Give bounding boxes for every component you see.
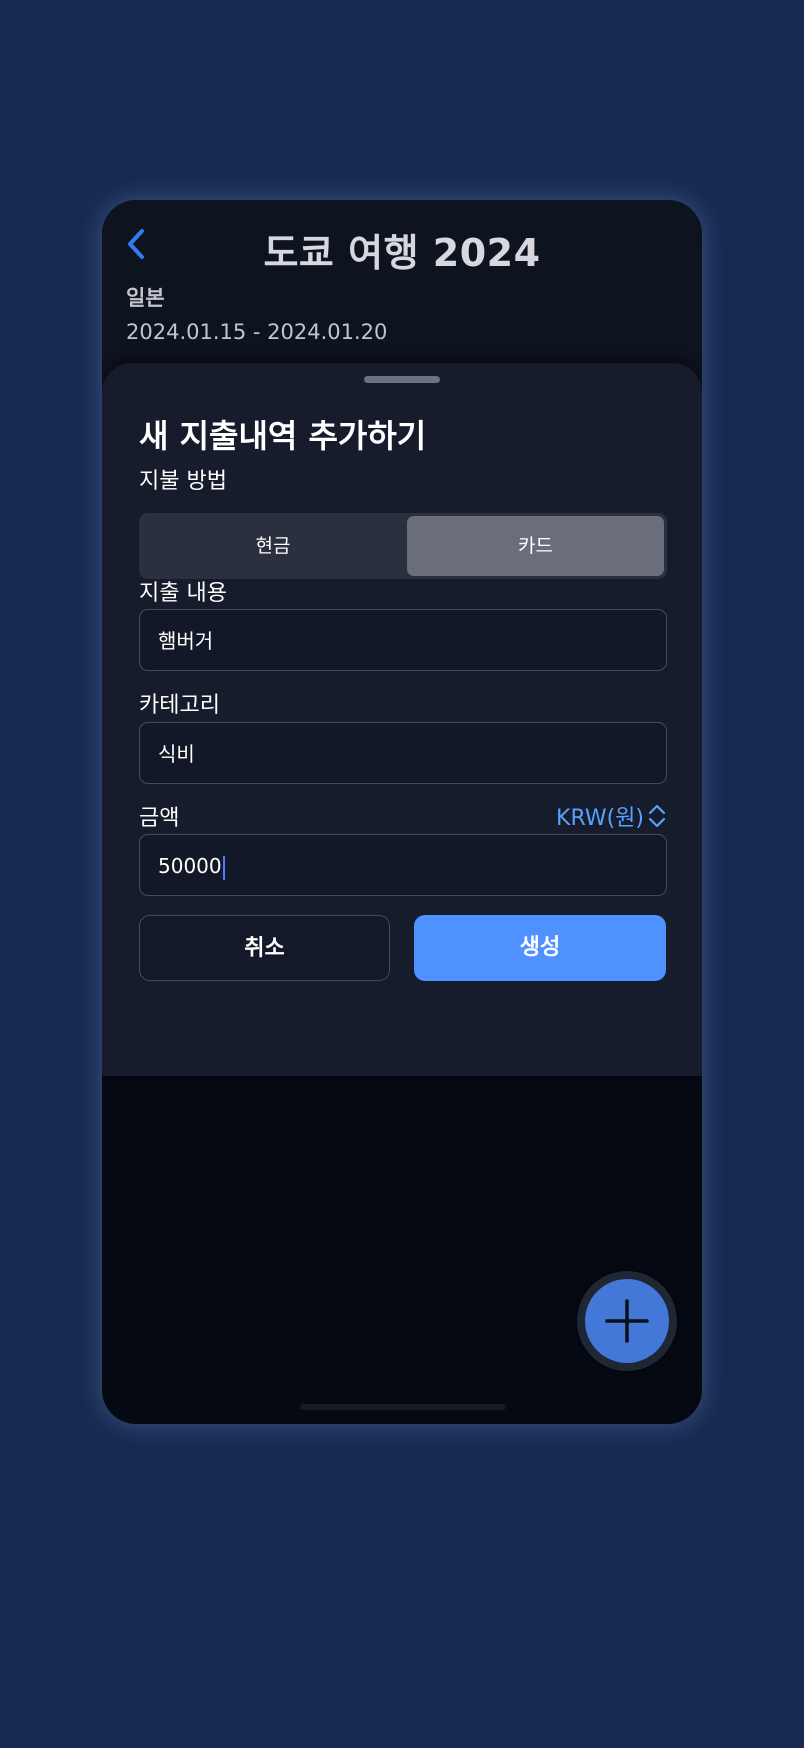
- sheet-grabber[interactable]: [364, 376, 440, 383]
- amount-value: 50000: [158, 854, 222, 878]
- add-expense-sheet: 새 지출내역 추가하기 지불 방법 현금 카드 지출 내용 햄버거 카테고리 식…: [102, 363, 702, 1076]
- trip-country: 일본: [126, 286, 165, 310]
- trip-title: 도쿄 여행 2024: [263, 231, 541, 275]
- category-input[interactable]: 식비: [139, 722, 667, 784]
- add-expense-fab[interactable]: [577, 1271, 677, 1371]
- create-button[interactable]: 생성: [414, 915, 666, 981]
- amount-input[interactable]: 50000: [139, 834, 667, 896]
- home-indicator: [300, 1404, 506, 1410]
- fab-circle: [585, 1279, 669, 1363]
- payment-method-segment: 현금 카드: [139, 513, 667, 579]
- payment-method-label: 지불 방법: [139, 469, 227, 494]
- description-label: 지출 내용: [139, 581, 227, 606]
- sheet-title: 새 지출내역 추가하기: [139, 417, 427, 455]
- payment-option-cash[interactable]: 현금: [142, 516, 404, 576]
- text-caret: [222, 855, 225, 880]
- chevron-up-down-icon: [648, 804, 666, 828]
- currency-selector[interactable]: KRW(원): [556, 800, 666, 832]
- category-label: 카테고리: [139, 693, 220, 718]
- amount-label: 금액: [139, 806, 180, 831]
- trip-dates: 2024.01.15 - 2024.01.20: [126, 320, 388, 344]
- currency-value: KRW(원): [556, 806, 644, 831]
- description-input[interactable]: 햄버거: [139, 609, 667, 671]
- cancel-button[interactable]: 취소: [139, 915, 390, 981]
- description-value: 햄버거: [158, 629, 214, 653]
- trip-header: 도쿄 여행 2024 일본 2024.01.15 - 2024.01.20: [102, 200, 702, 390]
- plus-icon: [605, 1299, 649, 1343]
- payment-option-card[interactable]: 카드: [407, 516, 664, 576]
- category-value: 식비: [158, 742, 195, 766]
- phone-frame: 도쿄 여행 2024 일본 2024.01.15 - 2024.01.20 새 …: [102, 200, 702, 1424]
